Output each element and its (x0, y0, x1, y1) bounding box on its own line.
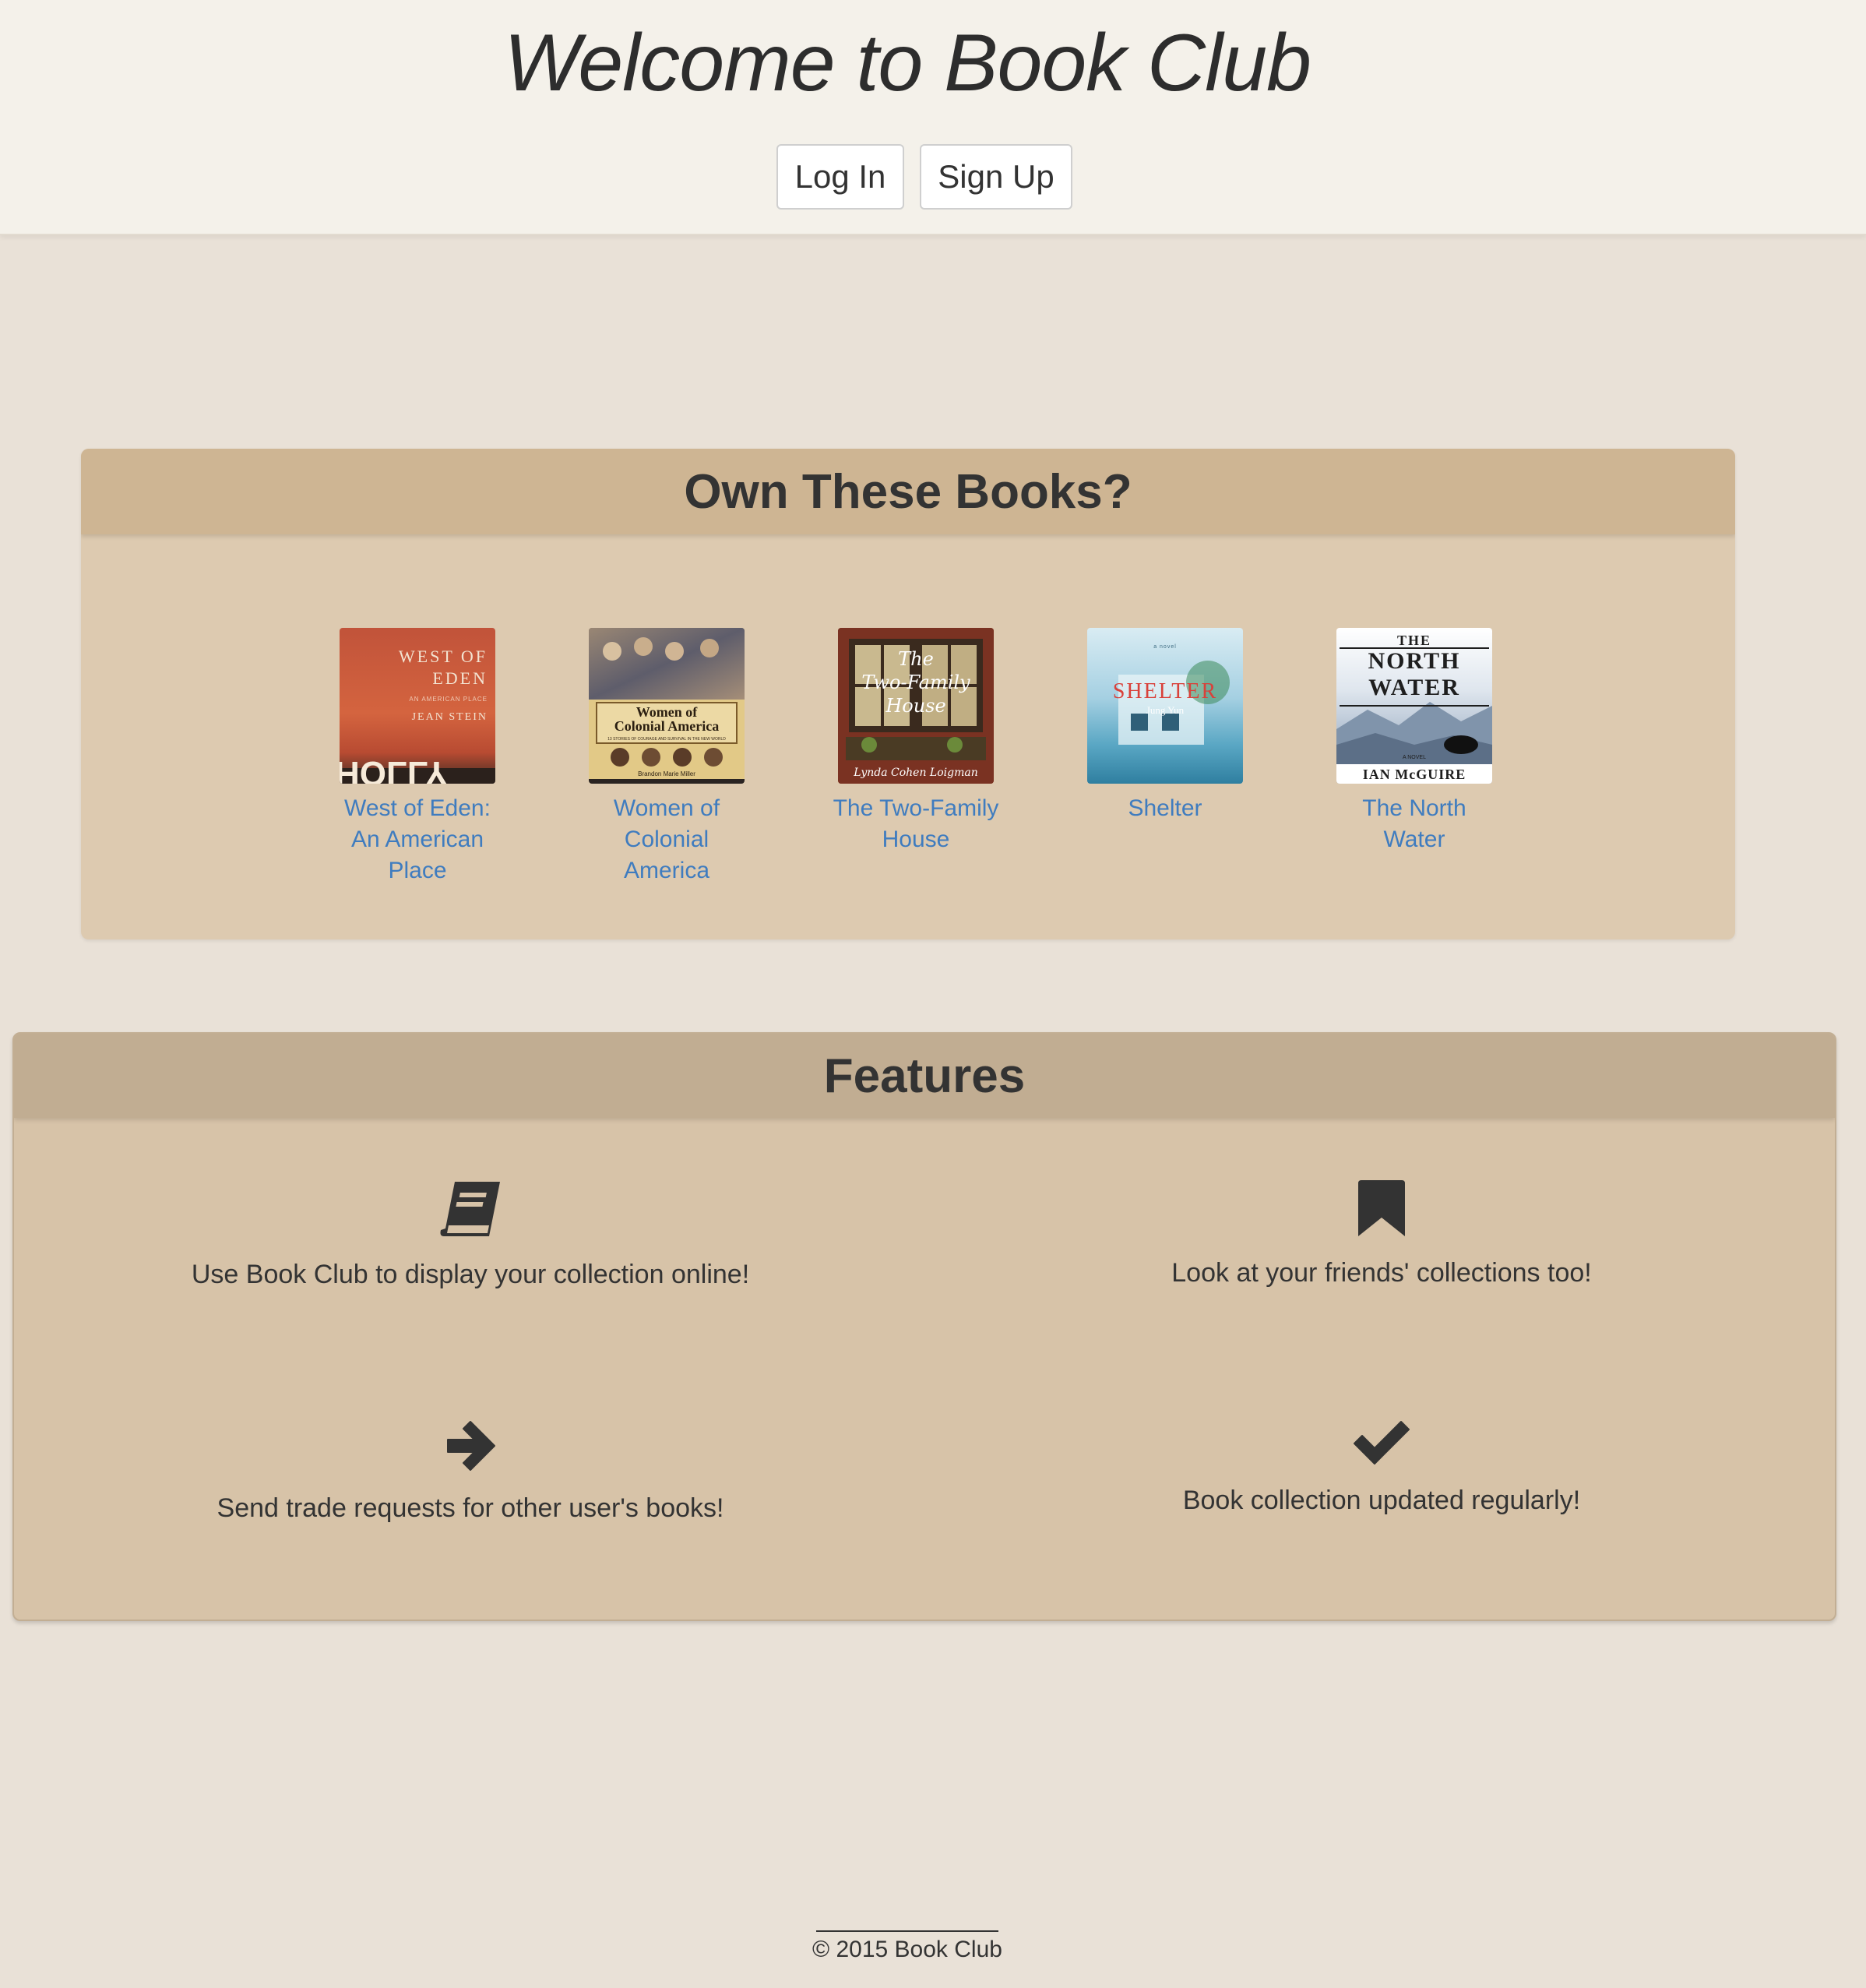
cover-text: Lynda Cohen Loigman (853, 767, 977, 779)
book-item: The Two-Family House Lynda Cohen Loigman… (830, 628, 1002, 855)
cover-text: IAN McGUIRE (1363, 767, 1466, 782)
cover-text: Colonial America (614, 718, 719, 734)
cover-text: AN AMERICAN PLACE (409, 696, 488, 703)
cover-text: 13 STORIES OF COURAGE AND SURVIVAL IN TH… (607, 737, 726, 742)
feature-item: Look at your friends' collections too! (992, 1180, 1771, 1288)
login-button[interactable]: Log In (776, 144, 904, 210)
books-panel: Own These Books? WEST OF EDEN AN AMERICA… (81, 449, 1735, 939)
signup-button[interactable]: Sign Up (920, 144, 1072, 210)
bookmark-icon (1358, 1180, 1405, 1236)
cover-text: Two-Family (861, 671, 970, 693)
book-link-north-water[interactable]: The North Water (1329, 793, 1500, 855)
book-link-west-of-eden[interactable]: West of Eden: An American Place (332, 793, 503, 886)
book-link-women-colonial-america[interactable]: Women of Colonial America (581, 793, 752, 886)
book-item: Women of Colonial America 13 STORIES OF … (581, 628, 752, 886)
checkmark-icon (1354, 1421, 1410, 1465)
feature-item: Send trade requests for other user's boo… (81, 1419, 860, 1524)
cover-text: EDEN (432, 668, 488, 688)
cover-text: Jung Yun (1146, 704, 1185, 716)
book-cover-shelter[interactable]: a novel SHELTER Jung Yun (1087, 628, 1243, 784)
book-link-shelter[interactable]: Shelter (1079, 793, 1251, 824)
copyright-text: © 2015 Book Club (812, 1937, 1002, 1962)
cover-text: NORTH (1368, 648, 1461, 674)
cover-text: Brandon Marie Miller (638, 770, 695, 777)
book-link-two-family-house[interactable]: The Two-Family House (830, 793, 1002, 855)
cover-text: JEAN STEIN (412, 711, 488, 723)
book-cover-west-of-eden[interactable]: WEST OF EDEN AN AMERICAN PLACE JEAN STEI… (340, 628, 495, 784)
feature-text: Look at your friends' collections too! (1171, 1258, 1592, 1288)
footer-divider (816, 1930, 998, 1932)
books-panel-header: Own These Books? (81, 449, 1735, 534)
book-item: a novel SHELTER Jung Yun Shelter (1079, 628, 1251, 824)
cover-text: a novel (1153, 644, 1177, 650)
arrow-right-icon (447, 1421, 495, 1471)
footer: © 2015 Book Club (0, 1930, 1815, 1963)
cover-sign: HOLLY (340, 754, 448, 784)
features-panel-header: Features (14, 1034, 1835, 1118)
cover-text: House (885, 695, 945, 717)
features-panel-title: Features (823, 1049, 1026, 1103)
feature-text: Send trade requests for other user's boo… (217, 1493, 724, 1523)
book-cover-women-colonial-america[interactable]: Women of Colonial America 13 STORIES OF … (589, 628, 745, 784)
feature-item: Use Book Club to display your collection… (81, 1180, 860, 1290)
book-item: THE NORTH WATER A NOVEL IAN McGUIRE The … (1329, 628, 1500, 855)
features-panel: Features Use Book Club to display your c… (12, 1032, 1836, 1621)
book-cover-two-family-house[interactable]: The Two-Family House Lynda Cohen Loigman (838, 628, 994, 784)
book-icon (440, 1182, 500, 1236)
cover-text: The (898, 648, 934, 670)
cover-text: SHELTER (1113, 679, 1217, 703)
book-item: WEST OF EDEN AN AMERICAN PLACE JEAN STEI… (332, 628, 503, 886)
cover-text: THE (1397, 633, 1431, 648)
cover-text: WEST OF (399, 647, 488, 666)
cover-text: A NOVEL (1403, 755, 1426, 760)
feature-text: Book collection updated regularly! (1182, 1486, 1581, 1515)
cover-text: Women of (636, 704, 699, 720)
cover-text: WATER (1368, 675, 1460, 700)
top-header: Welcome to Book Club Log In Sign Up (0, 0, 1866, 235)
feature-item: Book collection updated regularly! (992, 1419, 1771, 1516)
feature-text: Use Book Club to display your collection… (191, 1260, 750, 1289)
book-cover-north-water[interactable]: THE NORTH WATER A NOVEL IAN McGUIRE (1336, 628, 1492, 784)
site-title: Welcome to Book Club (504, 18, 1311, 108)
books-panel-title: Own These Books? (684, 464, 1132, 519)
